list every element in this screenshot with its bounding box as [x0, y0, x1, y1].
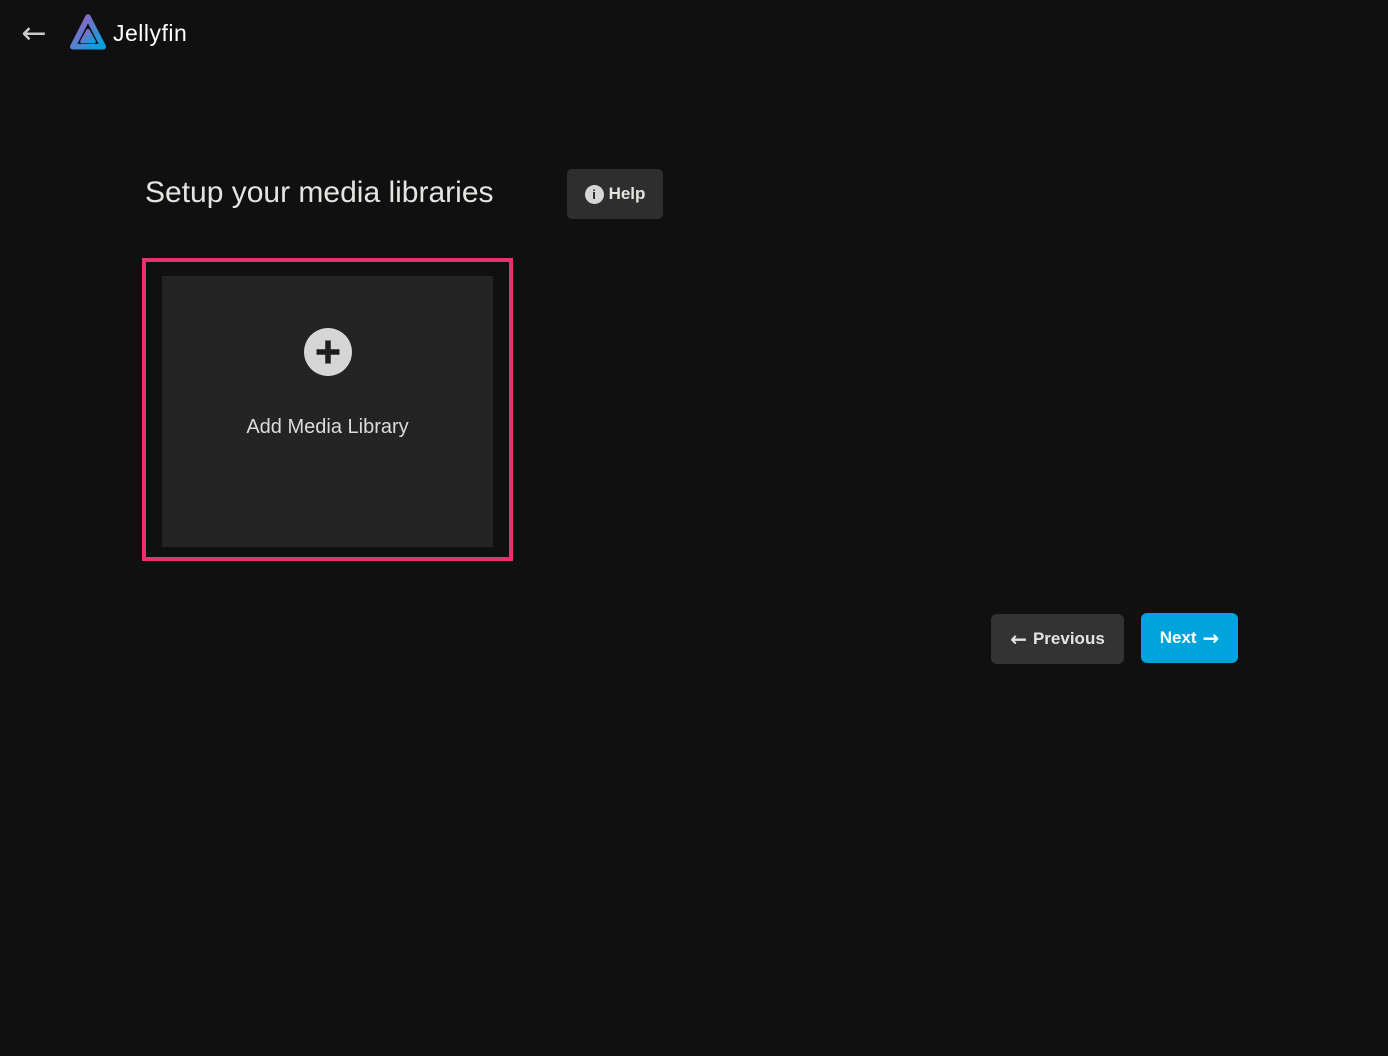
page-title: Setup your media libraries	[145, 176, 494, 210]
arrow-right-icon: →	[1203, 628, 1220, 648]
help-button-label: Help	[609, 184, 646, 204]
help-button[interactable]: i Help	[567, 169, 663, 219]
arrow-left-icon: ←	[21, 16, 46, 51]
jellyfin-logo-icon	[68, 10, 108, 57]
focus-highlight-outline: Add Media Library	[142, 258, 513, 561]
add-media-library-card[interactable]: Add Media Library	[162, 276, 493, 547]
arrow-left-icon: ←	[1010, 629, 1027, 649]
info-icon: i	[585, 185, 604, 204]
plus-icon	[304, 328, 352, 376]
previous-button-label: Previous	[1033, 629, 1105, 649]
next-button-label: Next	[1160, 628, 1197, 648]
add-media-library-label: Add Media Library	[246, 416, 408, 439]
back-button[interactable]: ←	[12, 12, 56, 56]
previous-button[interactable]: ← Previous	[991, 614, 1124, 664]
setup-wizard-screen: ← Jellyfin Setup your media libraries i …	[0, 0, 1388, 1056]
app-title: Jellyfin	[113, 20, 187, 47]
next-button[interactable]: Next →	[1141, 613, 1238, 663]
